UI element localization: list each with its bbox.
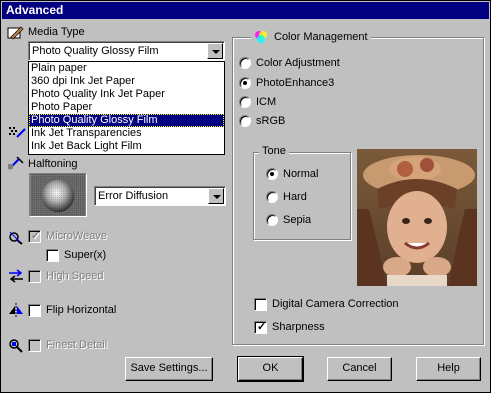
color-management-icon	[255, 31, 267, 43]
photoenhance-radio[interactable]	[239, 77, 251, 89]
flip-horizontal-label: Flip Horizontal	[46, 304, 117, 316]
media-option[interactable]: Photo Quality Ink Jet Paper	[29, 88, 224, 101]
microweave-label: MicroWeave	[46, 230, 107, 242]
microweave-icon	[9, 231, 23, 245]
media-option[interactable]: 360 dpi Ink Jet Paper	[29, 75, 224, 88]
media-option[interactable]: Ink Jet Transparencies	[29, 127, 224, 140]
color-management-label: Color Management	[274, 31, 368, 43]
icm-radio[interactable]	[239, 96, 251, 108]
chevron-down-icon[interactable]	[208, 188, 224, 204]
media-option[interactable]: Plain paper	[29, 62, 224, 75]
dialog-title: Advanced	[2, 2, 489, 19]
check-icon: ✓	[257, 321, 267, 333]
media-option[interactable]: Photo Paper	[29, 101, 224, 114]
flip-horizontal-checkbox[interactable]	[28, 304, 41, 317]
super-checkbox[interactable]	[46, 249, 59, 262]
print-quality-icon	[9, 127, 26, 138]
sharpness-checkbox[interactable]: ✓	[254, 321, 267, 334]
high-speed-icon	[9, 269, 23, 283]
halftoning-preview-image	[29, 173, 87, 217]
save-settings-button[interactable]: Save Settings...	[125, 357, 213, 381]
high-speed-checkbox[interactable]	[28, 270, 41, 283]
tone-label: Tone	[259, 145, 289, 157]
media-option-selected[interactable]: Photo Quality Glossy Film	[29, 114, 224, 127]
tone-sepia-radio[interactable]	[266, 214, 278, 226]
tone-hard-radio[interactable]	[266, 191, 278, 203]
color-adjustment-radio[interactable]	[239, 57, 251, 69]
halftoning-value: Error Diffusion	[98, 190, 169, 202]
srgb-radio[interactable]	[239, 115, 251, 127]
help-button[interactable]: Help	[416, 357, 481, 381]
media-option[interactable]: Ink Jet Back Light Film	[29, 140, 224, 153]
media-type-value: Photo Quality Glossy Film	[32, 45, 159, 57]
cancel-button[interactable]: Cancel	[327, 357, 392, 381]
tone-normal-label: Normal	[283, 168, 319, 180]
check-icon: ✓	[31, 230, 41, 242]
srgb-label: sRGB	[256, 115, 286, 127]
media-type-select[interactable]: Photo Quality Glossy Film	[28, 41, 225, 61]
flip-horizontal-icon	[9, 303, 23, 317]
finest-detail-checkbox[interactable]	[28, 339, 41, 352]
chevron-down-icon[interactable]	[207, 43, 223, 59]
digital-camera-correction-label: Digital Camera Correction	[272, 298, 399, 310]
media-type-label: Media Type	[28, 26, 85, 38]
color-adjustment-label: Color Adjustment	[256, 57, 340, 69]
preview-photo	[357, 149, 477, 286]
halftoning-icon	[8, 156, 24, 170]
microweave-checkbox[interactable]: ✓	[28, 230, 41, 243]
media-type-dropdown-list[interactable]: Plain paper 360 dpi Ink Jet Paper Photo …	[28, 61, 225, 155]
icm-label: ICM	[256, 96, 277, 108]
photoenhance-label: PhotoEnhance3	[256, 77, 335, 89]
media-type-icon	[7, 26, 24, 40]
super-label: Super(x)	[64, 249, 107, 261]
halftoning-select[interactable]: Error Diffusion	[94, 186, 226, 206]
tone-hard-label: Hard	[283, 191, 307, 203]
halftoning-label: Halftoning	[28, 158, 78, 170]
finest-detail-label: Finest Detail	[46, 339, 108, 351]
tone-sepia-label: Sepia	[283, 214, 312, 226]
sharpness-label: Sharpness	[272, 321, 325, 333]
digital-camera-correction-checkbox[interactable]	[254, 298, 267, 311]
finest-detail-icon	[9, 339, 23, 353]
color-management-header: Color Management	[251, 28, 371, 46]
tone-normal-radio[interactable]	[266, 168, 278, 180]
ok-button[interactable]: OK	[237, 356, 304, 382]
advanced-dialog: Advanced Media Type Photo Quality Glossy…	[0, 0, 491, 393]
high-speed-label: High Speed	[46, 270, 104, 282]
